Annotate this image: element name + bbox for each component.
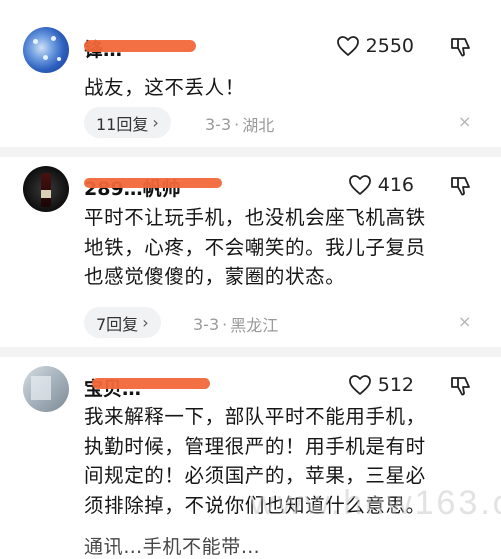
close-icon[interactable]: × bbox=[458, 312, 471, 331]
comment-line: 也感觉傻傻的，蒙圈的状态。 bbox=[84, 265, 346, 288]
like-button[interactable]: 2550 bbox=[336, 35, 414, 57]
comment-line: 平时不让玩手机，也没机会座飞机高铁 bbox=[84, 206, 426, 229]
thumbs-down-icon bbox=[451, 177, 470, 196]
cropped-header: ▀▀ ▀▀ ▀▀▀ ▀▀▀▀ ▀ ▀▀ bbox=[0, 0, 501, 10]
like-button[interactable]: 512 bbox=[348, 374, 414, 396]
chevron-right-icon: › bbox=[142, 313, 149, 332]
cropped-header-text: ▀▀ ▀▀ ▀▀▀ bbox=[62, 0, 188, 9]
replies-button[interactable]: 7回复 › bbox=[84, 307, 161, 338]
watermark: www.hnw163.com bbox=[250, 484, 501, 522]
comment-line: 执勤时候，管理很严的！用手机是有时 bbox=[84, 434, 426, 458]
close-icon[interactable]: × bbox=[458, 112, 471, 131]
cropped-comment-line: 通讯…手机不能带… bbox=[84, 536, 261, 558]
comment-meta: 3-3 · 黑龙江 bbox=[193, 312, 278, 336]
avatar[interactable] bbox=[23, 366, 69, 412]
dislike-button[interactable] bbox=[449, 35, 473, 63]
comment-text: 平时不让玩手机，也没机会座飞机高铁 地铁，心疼，不会嘲笑的。我儿子复员 也感觉傻… bbox=[84, 203, 426, 292]
redaction-mark bbox=[92, 378, 210, 389]
replies-button[interactable]: 11回复 › bbox=[84, 107, 171, 138]
meta-separator: · bbox=[234, 114, 240, 134]
comment-text: 战友，这不丢人！ bbox=[84, 73, 245, 103]
divider bbox=[0, 347, 501, 357]
comment-date: 3-3 bbox=[193, 314, 220, 334]
comment-meta: 3-3 · 湖北 bbox=[205, 112, 274, 136]
divider bbox=[0, 147, 501, 157]
comment-date: 3-3 bbox=[205, 114, 232, 134]
heart-icon bbox=[348, 175, 371, 195]
like-count: 416 bbox=[377, 174, 414, 196]
avatar[interactable] bbox=[23, 166, 69, 212]
like-count: 512 bbox=[377, 374, 414, 396]
cropped-header-right: ▀▀▀▀ ▀ ▀▀ bbox=[330, 0, 456, 9]
avatar[interactable] bbox=[23, 27, 69, 73]
thumbs-down-icon bbox=[451, 38, 470, 57]
meta-separator: · bbox=[222, 314, 228, 334]
comment-line: 地铁，心疼，不会嘲笑的。我儿子复员 bbox=[84, 235, 426, 259]
heart-icon bbox=[348, 375, 371, 395]
thumbs-down-icon bbox=[451, 377, 470, 396]
dislike-button[interactable] bbox=[449, 174, 473, 202]
redaction-mark bbox=[84, 40, 196, 52]
heart-icon bbox=[336, 36, 359, 56]
comment-location: 湖北 bbox=[242, 116, 275, 135]
like-count: 2550 bbox=[365, 35, 414, 57]
comment-location: 黑龙江 bbox=[230, 316, 279, 335]
replies-count: 11回复 bbox=[96, 114, 149, 134]
redaction-mark bbox=[84, 178, 222, 188]
like-button[interactable]: 416 bbox=[348, 174, 414, 196]
replies-count: 7回复 bbox=[96, 314, 139, 334]
dislike-button[interactable] bbox=[449, 374, 473, 402]
comment-line: 战友，这不丢人！ bbox=[84, 76, 245, 99]
chevron-right-icon: › bbox=[152, 113, 159, 132]
comment-line: 我来解释一下，部队平时不能用手机， bbox=[84, 405, 426, 428]
